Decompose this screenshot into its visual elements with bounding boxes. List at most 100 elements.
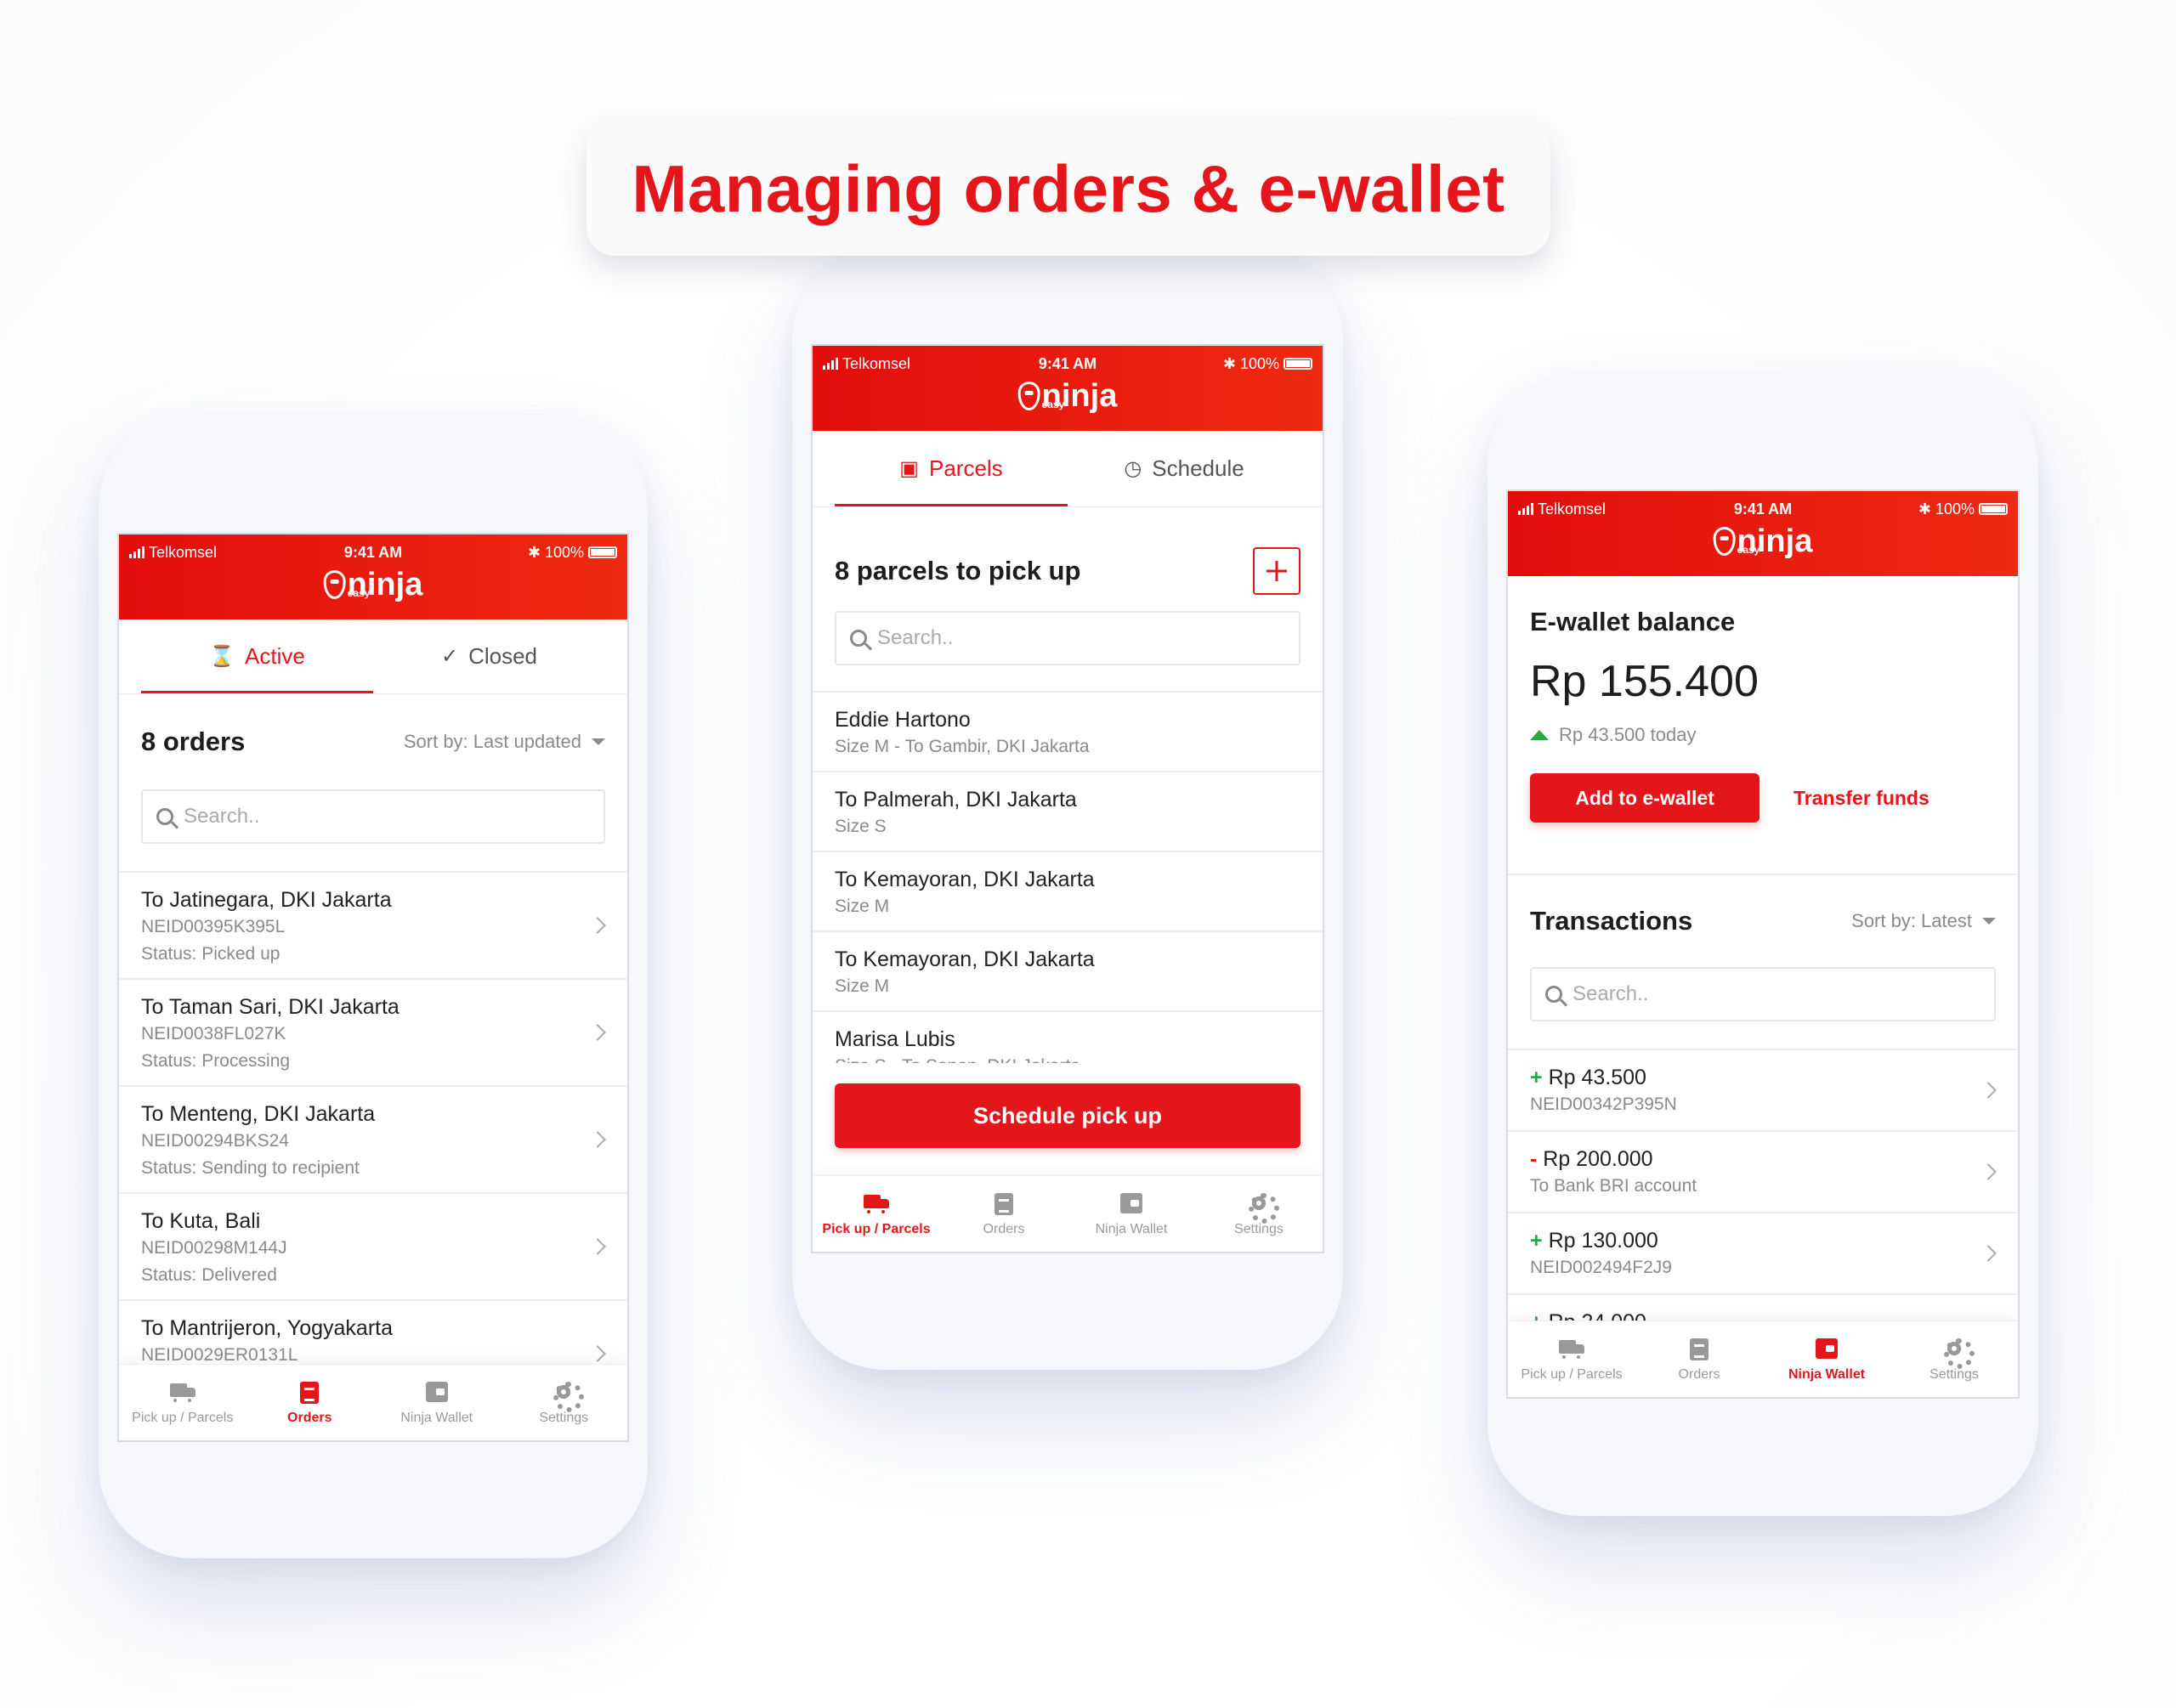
status-bar: Telkomsel 9:41 AM ✱ 100% <box>813 351 1323 376</box>
transactions-search-input[interactable]: Search.. <box>1530 967 1996 1021</box>
orders-header: 8 orders Sort by: Last updated <box>119 694 627 789</box>
search-icon <box>1545 986 1562 1003</box>
ninja-pin-icon <box>1713 527 1736 556</box>
parcel-row[interactable]: To Palmerah, DKI Jakarta Size S <box>813 771 1323 851</box>
carrier-label: Telkomsel <box>842 354 911 372</box>
transaction-row[interactable]: + Rp 130.000 NEID002494F2J9 <box>1508 1212 2018 1293</box>
today-change: Rp 43.500 today <box>1530 724 1996 746</box>
ninja-logo: ninja easy <box>323 568 422 601</box>
truck-icon <box>169 1380 196 1404</box>
truck-icon <box>864 1191 889 1215</box>
ninja-logo: ninja easy <box>1713 525 1812 557</box>
add-parcel-button[interactable] <box>1253 547 1300 595</box>
check-icon: ✓ <box>440 645 459 668</box>
app-header: Telkomsel 9:41 AM ✱ 100% ninja easy <box>119 534 627 619</box>
transactions-title: Transactions <box>1530 906 1693 936</box>
nav-wallet[interactable]: Ninja Wallet <box>1763 1321 1890 1397</box>
order-row[interactable]: To Taman Sari, DKI Jakarta NEID0038FL027K… <box>119 978 627 1085</box>
transaction-row[interactable]: + Rp 43.500 NEID00342P395N <box>1508 1049 2018 1130</box>
gear-icon <box>551 1380 585 1412</box>
hourglass-icon: ⌛ <box>209 645 235 668</box>
credit-sign: + <box>1530 1066 1543 1089</box>
order-row[interactable]: To Jatinegara, DKI Jakarta NEID00395K395L… <box>119 871 627 978</box>
clock: 9:41 AM <box>1733 500 1793 517</box>
clock: 9:41 AM <box>1038 354 1097 372</box>
tab-parcels[interactable]: ▣ Parcels <box>835 431 1068 506</box>
nav-wallet[interactable]: Ninja Wallet <box>1068 1176 1195 1252</box>
truck-icon <box>1559 1337 1584 1360</box>
caret-down-icon <box>592 738 605 745</box>
headline-title: Managing orders & e-wallet <box>632 150 1505 226</box>
orders-search-input[interactable]: Search.. <box>141 789 605 844</box>
search-icon <box>850 630 867 647</box>
tab-closed[interactable]: ✓ Closed <box>373 619 605 693</box>
battery-icon <box>587 546 617 558</box>
wallet-icon <box>1814 1337 1839 1360</box>
ninja-pin-icon <box>323 570 346 599</box>
transactions-header: Transactions Sort by: Latest <box>1508 875 2018 967</box>
caret-down-icon <box>1982 918 1996 925</box>
status-bar: Telkomsel 9:41 AM ✱ 100% <box>1508 496 2018 522</box>
ninja-pin-icon <box>1017 382 1040 410</box>
app-header: Telkomsel 9:41 AM ✱ 100% ninja easy <box>1508 491 2018 576</box>
parcel-row[interactable]: Eddie Hartono Size M - To Gambir, DKI Jak… <box>813 691 1323 771</box>
transaction-row[interactable]: - Rp 200.000 To Bank BRI account <box>1508 1130 2018 1212</box>
gear-icon <box>1941 1337 1975 1369</box>
clipboard-icon <box>1686 1337 1712 1360</box>
parcel-row[interactable]: To Kemayoran, DKI Jakarta Size M <box>813 930 1323 1010</box>
signal-icon <box>823 358 838 370</box>
nav-settings[interactable]: Settings <box>1890 1321 2018 1397</box>
add-to-wallet-button[interactable]: Add to e-wallet <box>1530 773 1760 823</box>
orders-tabs: ⌛ Active ✓ Closed <box>119 619 627 694</box>
battery-icon <box>1979 503 2008 515</box>
wallet-icon <box>424 1380 450 1404</box>
credit-sign: + <box>1530 1229 1543 1253</box>
nav-pickup[interactable]: Pick up / Parcels <box>1508 1321 1635 1397</box>
battery-icon <box>1284 358 1312 370</box>
parcels-search-input[interactable]: Search.. <box>835 611 1300 665</box>
balance-card: E-wallet balance Rp 155.400 Rp 43.500 to… <box>1508 576 2018 875</box>
nav-pickup[interactable]: Pick up / Parcels <box>119 1365 246 1440</box>
battery-label: 100% <box>544 543 584 561</box>
tab-active[interactable]: ⌛ Active <box>141 619 373 693</box>
parcels-count-title: 8 parcels to pick up <box>835 556 1081 585</box>
tab-schedule[interactable]: ◷ Schedule <box>1068 431 1300 506</box>
schedule-pickup-button[interactable]: Schedule pick up <box>835 1083 1300 1148</box>
screen-parcels: Telkomsel 9:41 AM ✱ 100% ninja easy ▣ Parce… <box>811 344 1324 1253</box>
sort-dropdown[interactable]: Sort by: Last updated <box>404 731 605 753</box>
nav-settings[interactable]: Settings <box>1195 1176 1323 1252</box>
balance-label: E-wallet balance <box>1530 607 1736 636</box>
debit-sign: - <box>1530 1147 1538 1171</box>
clock: 9:41 AM <box>343 543 403 561</box>
bottom-nav: Pick up / Parcels Orders Ninja Wallet Se… <box>119 1364 627 1440</box>
balance-amount: Rp 155.400 <box>1530 657 1759 706</box>
parcel-row[interactable]: Marisa LubisSize S - To Senen, DKI Jakar… <box>813 1010 1323 1063</box>
nav-pickup[interactable]: Pick up / Parcels <box>813 1176 940 1252</box>
bluetooth-icon: ✱ <box>527 543 541 561</box>
nav-orders[interactable]: Orders <box>940 1176 1068 1252</box>
bluetooth-icon: ✱ <box>1222 354 1236 372</box>
nav-orders[interactable]: Orders <box>246 1365 374 1440</box>
nav-wallet[interactable]: Ninja Wallet <box>373 1365 501 1440</box>
clock-icon: ◷ <box>1124 457 1142 480</box>
transfer-funds-link[interactable]: Transfer funds <box>1794 787 1930 810</box>
parcel-list: Eddie Hartono Size M - To Gambir, DKI Jak… <box>813 691 1323 1063</box>
order-row[interactable]: To Kuta, Bali NEID00298M144J Status: Deliv… <box>119 1192 627 1299</box>
bottom-nav: Pick up / Parcels Orders Ninja Wallet Se… <box>1508 1321 2018 1397</box>
order-row[interactable]: To Menteng, DKI Jakarta NEID00294BKS24 Sta… <box>119 1085 627 1192</box>
gear-icon <box>1246 1191 1279 1224</box>
carrier-label: Telkomsel <box>149 543 218 561</box>
nav-orders[interactable]: Orders <box>1635 1321 1763 1397</box>
status-bar: Telkomsel 9:41 AM ✱ 100% <box>119 540 627 565</box>
nav-settings[interactable]: Settings <box>501 1365 628 1440</box>
box-icon: ▣ <box>899 457 919 480</box>
marketing-stage: Managing orders & e-wallet Telkomsel 9:4… <box>0 0 2176 1708</box>
clipboard-icon <box>297 1380 322 1404</box>
battery-label: 100% <box>1935 500 1975 517</box>
bottom-nav: Pick up / Parcels Orders Ninja Wallet Se… <box>813 1175 1323 1252</box>
parcel-row[interactable]: To Kemayoran, DKI Jakarta Size M <box>813 851 1323 930</box>
sort-dropdown[interactable]: Sort by: Latest <box>1851 910 1996 932</box>
signal-icon <box>129 546 144 558</box>
ninja-logo: ninja easy <box>1017 380 1117 412</box>
app-header: Telkomsel 9:41 AM ✱ 100% ninja easy <box>813 346 1323 431</box>
